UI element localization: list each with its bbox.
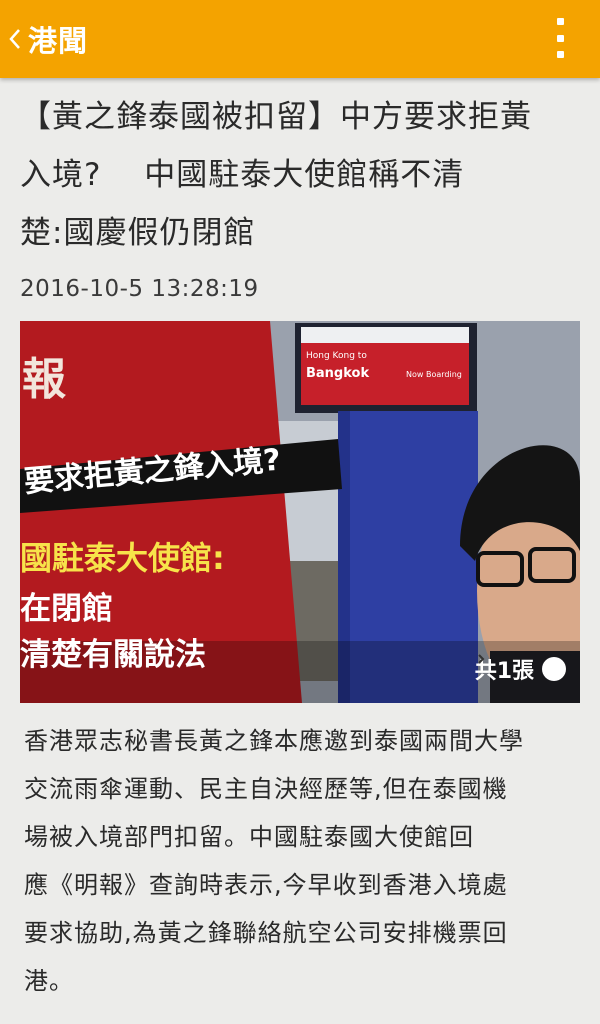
chevron-left-icon: [9, 29, 20, 49]
back-button[interactable]: 港聞: [0, 0, 120, 78]
banner-line-2: 在閉館: [20, 591, 113, 627]
flight-board-destination: Bangkok: [306, 366, 370, 381]
app-header: 港聞: [0, 0, 600, 78]
article-headline: 【黃之鋒泰國被扣留】中方要求拒黃 入境? 中國駐泰大使館稱不清 楚:國慶假仍閉館: [20, 99, 532, 251]
banner-left-glyph: 報: [22, 354, 66, 405]
section-title: 港聞: [28, 24, 89, 58]
banner-line-1: 國駐泰大使館:: [20, 539, 225, 577]
article: 【黃之鋒泰國被扣留】中方要求拒黃 入境? 中國駐泰大使館稱不清 楚:國慶假仍閉館…: [20, 78, 580, 1005]
article-photo[interactable]: 報 要求拒黃之鋒入境? 國駐泰大使館: 在閉館 清楚有關說法 Hong Kong…: [20, 321, 580, 703]
flight-board-route: Hong Kong to: [306, 351, 367, 361]
banner-line-3: 清楚有關說法: [20, 637, 206, 673]
photo-counter[interactable]: 共1張: [475, 653, 566, 685]
flight-board-status: Now Boarding: [406, 370, 462, 379]
overflow-menu-icon[interactable]: [550, 18, 570, 58]
article-timestamp: 2016-10-5 13:28:19: [20, 276, 259, 302]
article-body: 香港眾志秘書長黃之鋒本應邀到泰國兩間大學 交流雨傘運動、民主自決經歷等,但在泰國…: [24, 727, 524, 995]
chevron-right-circle-icon: [477, 654, 566, 681]
